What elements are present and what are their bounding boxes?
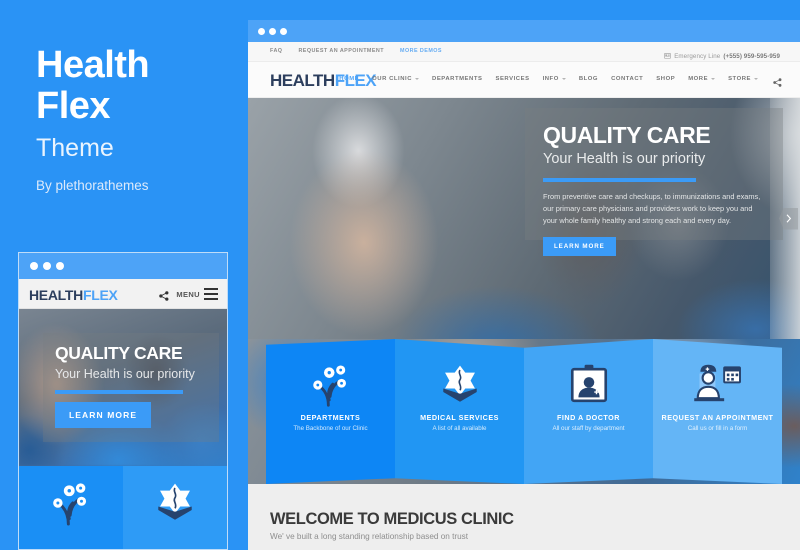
feature-box-medical-services[interactable]: MEDICAL SERVICES A list of all available [395,339,524,484]
mobile-learn-more-button[interactable]: LEARN MORE [55,402,152,428]
nav-item-shop[interactable]: SHOP [656,76,675,82]
emergency-line-label: Emergency Line [674,52,721,60]
nav-item-label: DEPARTMENTS [432,76,483,82]
mobile-menu-label[interactable]: MENU [176,290,200,299]
feature-subtitle: All our staff by department [552,425,625,432]
feature-box-find-a-doctor[interactable]: FIND A DOCTOR All our staff by departmen… [524,339,653,484]
medical-services-book-icon [395,363,524,407]
mobile-logo[interactable]: HEALTHFLEX [29,287,118,303]
nav-item-store[interactable]: STORE [728,76,758,82]
mobile-feature-box-departments[interactable] [19,466,123,549]
nav-item-blog[interactable]: BLOG [579,76,598,82]
topbar-link-more-demos[interactable]: MORE DEMOS [400,48,442,54]
browser-chrome [248,20,800,42]
learn-more-button[interactable]: LEARN MORE [543,237,616,256]
hero-divider [543,178,696,182]
window-dot-red[interactable] [258,28,265,35]
window-dot-red [30,262,38,270]
mobile-feature-boxes [19,466,227,549]
feature-title: FIND A DOCTOR [557,413,620,422]
mobile-preview: HEALTHFLEX MENU QUALITY CARE Your Health… [18,252,228,550]
nav-item-label: CONTACT [611,76,644,82]
departments-tree-icon [266,363,395,407]
nav-item-label: STORE [728,76,751,82]
welcome-subtitle: We' ve built a long standing relationshi… [270,532,469,541]
nav-item-our-clinic[interactable]: OUR CLINIC [372,76,420,82]
feature-title: REQUEST AN APPOINTMENT [661,413,774,422]
nav-item-label: SHOP [656,76,676,82]
medical-services-book-icon [153,480,197,531]
feature-subtitle: The Backbone of our Clinic [293,425,368,432]
mobile-feature-box-medical-services[interactable] [123,466,227,549]
mobile-hero-slider: QUALITY CARE Your Health is our priority… [19,309,227,466]
nav-item-label: OUR CLINIC [372,76,413,82]
nav-item-more[interactable]: MORE [688,76,716,82]
promo-title: Health Flex [36,44,150,127]
promo-author: By plethorathemes [36,178,149,193]
feature-title: MEDICAL SERVICES [420,413,499,422]
nav-item-label: BLOG [578,76,599,82]
promo-subtitle: Theme [36,134,114,162]
primary-menu: HOME OUR CLINIC DEPARTMENTS SERVICES INF… [339,76,758,82]
chevron-down-icon [561,78,566,80]
share-icon[interactable] [159,288,169,306]
mobile-logo-light: FLEX [82,287,118,303]
nav-item-home[interactable]: HOME [339,76,359,82]
find-a-doctor-badge-icon [524,363,653,407]
feature-subtitle: A list of all available [432,425,487,432]
mobile-logo-dark: HEALTH [29,287,83,303]
promo-title-line1: Health [36,44,150,86]
mobile-hero-caption: QUALITY CARE Your Health is our priority… [43,333,219,442]
nav-item-departments[interactable]: DEPARTMENTS [432,76,482,82]
request-appointment-nurse-icon [653,363,782,407]
nav-item-services[interactable]: SERVICES [495,76,529,82]
feature-box-departments[interactable]: DEPARTMENTS The Backbone of our Clinic [266,339,395,484]
mobile-browser-chrome [19,253,227,279]
promo-title-line2: Flex [36,85,111,127]
hero-caption: QUALITY CARE Your Health is our priority… [525,108,783,256]
window-dot-yellow [43,262,51,270]
nav-item-info[interactable]: INFO [543,76,566,82]
nav-item-contact[interactable]: CONTACT [611,76,643,82]
feature-box-request-appointment[interactable]: REQUEST AN APPOINTMENT Call us or fill i… [653,339,782,484]
top-utility-links: FAQ REQUEST AN APPOINTMENT MORE DEMOS [270,48,442,54]
top-utility-bar: FAQ REQUEST AN APPOINTMENT MORE DEMOS Em… [248,42,800,62]
main-navbar: HEALTHFLEX HOME OUR CLINIC DEPARTMENTS S… [248,62,800,98]
mobile-hero-divider [55,390,183,394]
topbar-link-faq[interactable]: FAQ [270,48,282,54]
chevron-down-icon [415,78,420,80]
hero-title: QUALITY CARE [543,122,711,148]
window-dot-green [56,262,64,270]
desktop-browser-window: FAQ REQUEST AN APPOINTMENT MORE DEMOS Em… [248,20,800,550]
welcome-title: WELCOME TO MEDICUS CLINIC [270,510,514,528]
mobile-hero-subtitle: Your Health is our priority [55,367,195,381]
mobile-navbar: HEALTHFLEX MENU [19,279,227,309]
departments-tree-icon [50,480,92,531]
chevron-down-icon [711,78,716,80]
site-logo-dark: HEALTH [270,71,335,90]
window-dot-green[interactable] [280,28,287,35]
feature-boxes-row: DEPARTMENTS The Backbone of our Clinic M… [266,339,782,484]
promo-panel: Health Flex Theme By plethorathemes HEAL… [0,0,248,550]
nav-item-label: INFO [542,76,559,82]
nav-item-label: MORE [688,76,709,82]
hero-slider: QUALITY CARE Your Health is our priority… [248,98,800,339]
feature-subtitle: Call us or fill in a form [687,425,748,432]
feature-boxes-section: DEPARTMENTS The Backbone of our Clinic M… [248,339,800,484]
hero-description: From preventive care and checkups, to im… [543,192,761,225]
share-icon[interactable] [773,74,782,92]
hero-subtitle: Your Health is our priority [543,151,706,167]
topbar-link-request-appointment[interactable]: REQUEST AN APPOINTMENT [298,48,384,54]
mobile-hero-title: QUALITY CARE [55,343,183,363]
nav-item-label: SERVICES [495,76,530,82]
welcome-section: WELCOME TO MEDICUS CLINIC We' ve built a… [248,484,800,550]
chevron-down-icon [754,78,758,80]
feature-title: DEPARTMENTS [300,413,361,422]
emergency-line-number[interactable]: (+555) 959-595-959 [723,53,780,60]
window-dot-yellow[interactable] [269,28,276,35]
hamburger-menu-icon[interactable] [204,288,218,302]
nav-item-label: HOME [339,76,360,82]
